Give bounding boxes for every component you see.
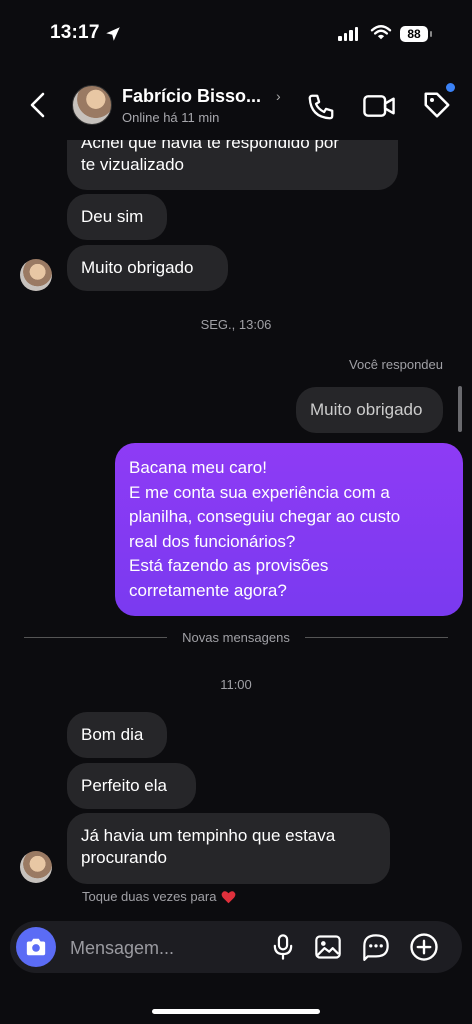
image-icon[interactable] (313, 933, 343, 961)
contact-status: Online há 11 min (122, 110, 220, 125)
status-time: 13:17 (50, 22, 100, 43)
message-text: corretamente agora? (129, 580, 287, 600)
plus-circle-icon[interactable] (409, 932, 439, 962)
battery-indicator: 88 (400, 26, 428, 42)
contact-name[interactable]: Fabrício Bisso... (122, 86, 261, 107)
signal-icon (338, 27, 358, 41)
message-text: E me conta sua experiência com a (129, 482, 390, 502)
avatar[interactable] (20, 259, 52, 291)
location-arrow-icon (106, 27, 120, 41)
scrollbar[interactable] (458, 386, 462, 432)
video-icon[interactable] (362, 92, 396, 120)
battery-nub (430, 31, 432, 37)
phone-icon[interactable] (306, 92, 336, 122)
message-composer (10, 921, 462, 975)
message-input[interactable] (68, 921, 262, 975)
message-bubble[interactable]: Bom dia (67, 712, 167, 758)
divider (305, 637, 448, 638)
message-text: Já havia um tempinho que estava (81, 826, 336, 845)
status-bar: 13:17 88 (0, 0, 472, 70)
message-text: Está fazendo as provisões (129, 556, 329, 575)
hint-text: Toque duas vezes para (82, 889, 217, 904)
message-text: Muito obrigado (81, 258, 194, 277)
message-text: procurando (81, 848, 168, 867)
avatar[interactable] (20, 851, 52, 883)
reply-quote[interactable]: Muito obrigado (296, 387, 443, 433)
message-bubble[interactable]: Já havia um tempinho que estava procuran… (67, 813, 390, 884)
wifi-icon (370, 25, 392, 40)
notification-dot (446, 83, 455, 92)
message-bubble[interactable]: Deu sim (67, 194, 167, 240)
message-text: Deu sim (81, 207, 144, 226)
chevron-right-icon[interactable]: › (276, 88, 281, 104)
sent-message-bubble[interactable]: Bacana meu caro! E me conta sua experiên… (115, 443, 463, 616)
message-text: Bacana meu caro! (129, 458, 267, 477)
you-replied-label: Você respondeu (349, 357, 443, 372)
avatar[interactable] (72, 85, 112, 125)
message-bubble[interactable]: Muito obrigado (67, 245, 228, 291)
heart-icon (222, 890, 236, 903)
tag-icon[interactable] (422, 90, 452, 120)
message-text: real dos funcionários? (129, 531, 296, 551)
message-text: planilha, conseguiu chegar ao custo (129, 507, 401, 526)
date-separator: SEG., 13:06 (200, 317, 272, 332)
double-tap-hint: Toque duas vezes para (82, 889, 236, 904)
message-bubble[interactable]: Perfeito ela (67, 763, 196, 809)
message-text: Bom dia (81, 725, 144, 744)
message-text: Perfeito ela (81, 776, 167, 795)
home-indicator[interactable] (152, 1009, 320, 1014)
chat-header: Fabrício Bisso... › Online há 11 min (0, 70, 472, 140)
chat-bubble-icon[interactable] (362, 933, 390, 961)
camera-icon (26, 938, 46, 956)
mic-icon[interactable] (269, 933, 297, 961)
message-text: Muito obrigado (310, 400, 423, 419)
message-text: te vizualizado (81, 155, 185, 174)
chevron-left-icon[interactable] (26, 92, 50, 118)
camera-button[interactable] (16, 927, 56, 967)
time-separator: 11:00 (220, 677, 252, 692)
